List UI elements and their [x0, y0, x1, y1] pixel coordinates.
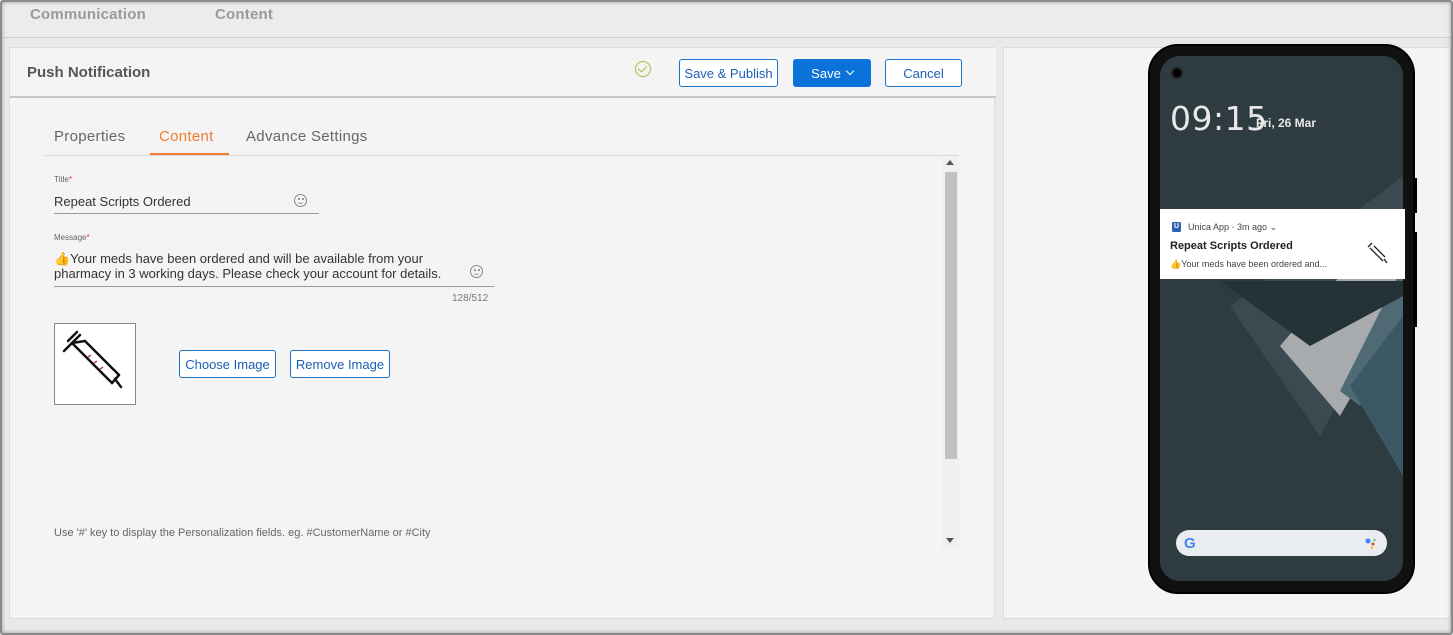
scroll-down-arrow-icon[interactable] — [946, 538, 954, 543]
panel-header: Push Notification Save & Publish Save Ca… — [10, 48, 996, 98]
lock-date: Fri, 26 Mar — [1256, 116, 1317, 130]
title-underline — [54, 213, 319, 214]
notification-title: Repeat Scripts Ordered — [1170, 240, 1293, 252]
editor-panel: Push Notification Save & Publish Save Ca… — [9, 47, 996, 619]
personalization-hint: Use '#' key to display the Personalizati… — [54, 527, 431, 539]
emoji-icon[interactable] — [470, 265, 483, 278]
message-line-1[interactable]: 👍Your meds have been ordered and will be… — [54, 251, 423, 267]
google-search-bar[interactable]: G — [1176, 530, 1387, 556]
assistant-icon[interactable] — [1364, 537, 1376, 549]
phone-power-button — [1414, 178, 1417, 213]
active-tab-indicator — [150, 153, 229, 155]
notification-card[interactable]: U Unica App · 3m ago ⌄ Repeat Scripts Or… — [1160, 209, 1405, 279]
save-publish-button[interactable]: Save & Publish — [679, 59, 778, 87]
tab-properties[interactable]: Properties — [54, 128, 125, 145]
save-label: Save — [811, 65, 841, 81]
remove-image-button[interactable]: Remove Image — [290, 350, 390, 378]
nav-content[interactable]: Content — [215, 6, 273, 23]
tab-bar: Properties Content Advance Settings — [45, 118, 959, 156]
message-underline — [54, 286, 494, 287]
tab-content[interactable]: Content — [159, 128, 214, 145]
unica-app-icon: U — [1172, 222, 1181, 232]
google-logo-icon: G — [1184, 535, 1196, 552]
title-input[interactable]: Repeat Scripts Ordered — [54, 194, 191, 209]
cancel-button[interactable]: Cancel — [885, 59, 962, 87]
front-camera — [1171, 67, 1183, 79]
scroll-up-arrow-icon[interactable] — [946, 160, 954, 165]
message-label: Message* — [54, 233, 90, 242]
scrollbar-thumb[interactable] — [945, 172, 957, 459]
choose-image-button[interactable]: Choose Image — [179, 350, 276, 378]
title-label: Title* — [54, 175, 72, 184]
chevron-down-icon — [845, 66, 855, 76]
check-circle-icon — [635, 61, 651, 77]
emoji-icon[interactable] — [294, 194, 307, 207]
syringe-icon — [1367, 242, 1388, 264]
message-line-2[interactable]: pharmacy in 3 working days. Please check… — [54, 266, 441, 281]
tab-advance-settings[interactable]: Advance Settings — [246, 128, 368, 145]
phone-volume-button — [1414, 232, 1417, 327]
nav-communication[interactable]: Communication — [30, 6, 146, 23]
notification-message: 👍Your meds have been ordered and... — [1170, 259, 1327, 269]
page-title: Push Notification — [27, 64, 151, 81]
syringe-icon — [62, 330, 123, 389]
notification-app-meta: Unica App · 3m ago ⌄ — [1188, 222, 1278, 232]
top-nav: Communication Content — [0, 0, 1453, 38]
save-button[interactable]: Save — [793, 59, 871, 87]
image-preview — [54, 323, 136, 405]
lock-clock: 09:15 — [1170, 99, 1268, 138]
char-counter: 128/512 — [452, 293, 489, 304]
